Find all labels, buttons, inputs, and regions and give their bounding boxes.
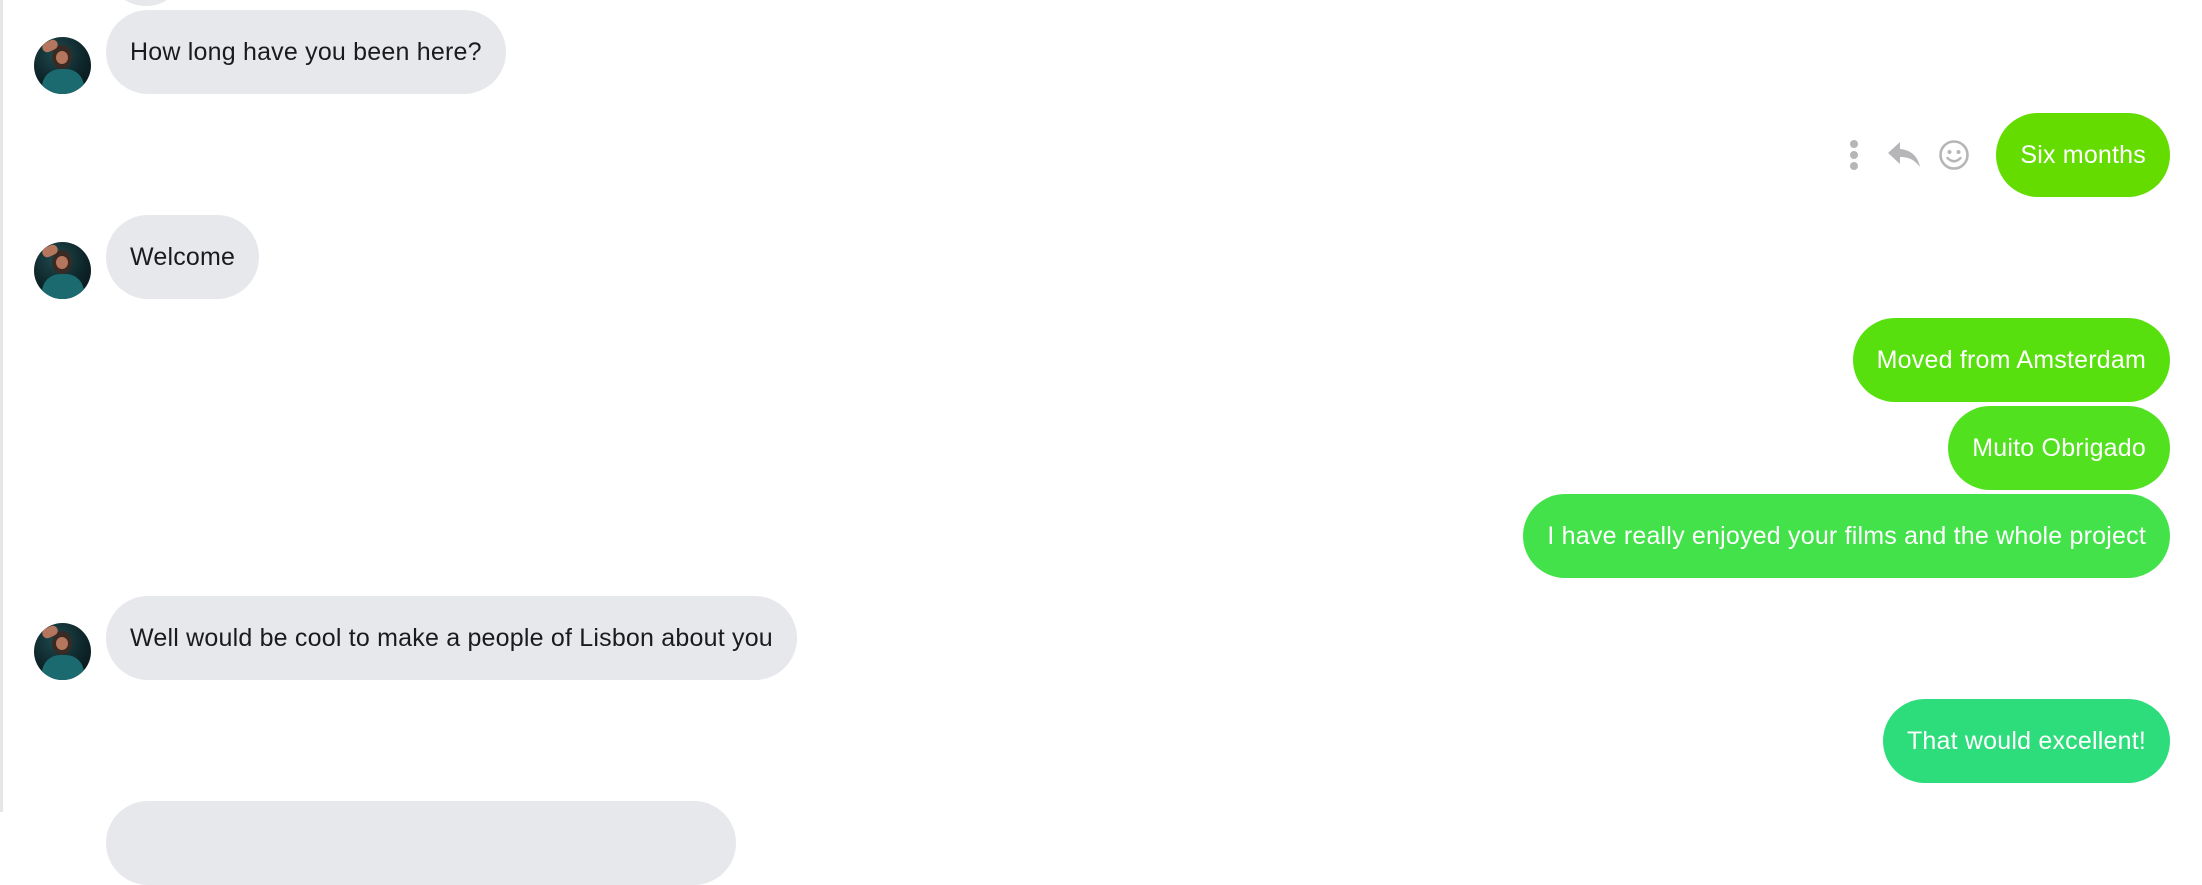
message-row-outgoing: I have really enjoyed your films and the… <box>0 494 2202 578</box>
message-bubble-incoming[interactable]: Welcome <box>106 215 260 299</box>
message-bubble-partial-top <box>106 0 186 6</box>
message-bubble-outgoing[interactable]: I have really enjoyed your films and the… <box>1523 494 2170 578</box>
sender-avatar[interactable] <box>34 242 91 299</box>
message-row-incoming: Well would be cool to make a people of L… <box>0 596 2202 680</box>
message-row-outgoing: That would excellent! <box>0 699 2202 783</box>
emoji-icon[interactable] <box>1936 137 1972 173</box>
message-bubble-incoming[interactable]: Well would be cool to make a people of L… <box>106 596 797 680</box>
message-row-incoming: How long have you been here? <box>0 10 2202 94</box>
message-list[interactable]: How long have you been here? Six months … <box>0 0 2202 885</box>
message-actions <box>1836 113 1972 197</box>
sender-avatar[interactable] <box>34 37 91 94</box>
message-bubble-outgoing[interactable]: Moved from Amsterdam <box>1852 318 2170 402</box>
message-row-outgoing: Six months <box>0 113 2202 197</box>
message-row-outgoing: Muito Obrigado <box>0 406 2202 490</box>
sender-avatar[interactable] <box>34 623 91 680</box>
more-vertical-icon[interactable] <box>1836 137 1872 173</box>
message-bubble-outgoing[interactable]: That would excellent! <box>1882 699 2170 783</box>
message-bubble-incoming[interactable]: How long have you been here? <box>106 10 506 94</box>
message-row-incoming: Welcome <box>0 215 2202 299</box>
message-bubble-outgoing[interactable]: Six months <box>1996 113 2170 197</box>
reply-icon[interactable] <box>1886 137 1922 173</box>
message-bubble-outgoing[interactable]: Muito Obrigado <box>1948 406 2170 490</box>
message-bubble-partial-bottom <box>106 801 736 885</box>
message-row-outgoing: Moved from Amsterdam <box>0 318 2202 402</box>
